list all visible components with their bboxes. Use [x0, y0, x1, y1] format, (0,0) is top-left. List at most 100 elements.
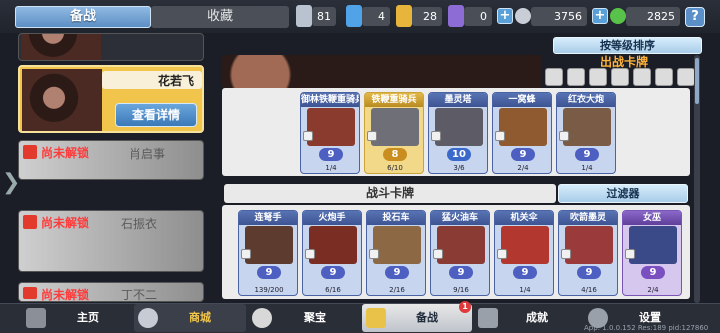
deck-card[interactable]: 铁鞭重骑兵 8 6/10: [364, 92, 424, 174]
view-details-button[interactable]: 查看详情: [115, 103, 197, 127]
home-icon: [26, 308, 46, 328]
purple-chest-count: 0: [464, 7, 492, 26]
card-progress: 139/200: [254, 286, 284, 294]
filter-cannon-icon[interactable]: [633, 68, 651, 86]
help-button[interactable]: ?: [685, 7, 705, 27]
card-name: 连弩手: [239, 211, 297, 225]
nav-achievement[interactable]: 成就: [500, 304, 574, 332]
gold-chest-count: 28: [412, 7, 442, 26]
card-stat-icon: [497, 249, 507, 259]
card-pool-panel: 连弩手 9 139/200 火炮手 9 6/16 投石车 9 2/16 猛火油车…: [222, 205, 690, 299]
sort-by-level-button[interactable]: 按等级排序: [553, 37, 702, 54]
lock-icon: [23, 287, 37, 299]
card-stat-icon: [625, 249, 635, 259]
locked-hero-card[interactable]: 尚未解锁 丁不二: [18, 282, 204, 302]
filter-building-icon[interactable]: [611, 68, 629, 86]
silver-chest-icon: [296, 5, 312, 27]
card-stat-icon: [559, 131, 569, 141]
deck-card[interactable]: 红衣大炮 9 1/4: [556, 92, 616, 174]
card-name: 机关伞: [495, 211, 553, 225]
card-level: 9: [577, 266, 601, 279]
filter-wall-icon[interactable]: [589, 68, 607, 86]
filter-artillery-icon[interactable]: [655, 68, 673, 86]
deck-card[interactable]: 墨灵塔 10 3/6: [428, 92, 488, 174]
deck-card[interactable]: 一窝蜂 9 2/4: [492, 92, 552, 174]
pool-card[interactable]: 投石车 9 2/16: [366, 210, 426, 296]
card-progress: 2/4: [517, 164, 529, 172]
card-progress: 6/16: [325, 286, 341, 294]
filter-cavalry-icon[interactable]: [545, 68, 563, 86]
card-art: [435, 108, 483, 146]
gem-count: 2825: [626, 7, 680, 26]
card-art: [371, 108, 419, 146]
card-level: 9: [449, 266, 473, 279]
card-level: 9: [513, 266, 537, 279]
card-level: 9: [511, 148, 535, 161]
card-progress: 9/16: [453, 286, 469, 294]
scrollbar-thumb[interactable]: [695, 58, 699, 104]
pool-card[interactable]: 火炮手 9 6/16: [302, 210, 362, 296]
pool-card[interactable]: 连弩手 9 139/200: [238, 210, 298, 296]
locked-hero-card[interactable]: 尚未解锁 石振衣: [18, 210, 204, 272]
card-art: [629, 226, 677, 264]
tab-prepare[interactable]: 备战: [15, 6, 151, 28]
treasure-icon: [252, 308, 272, 328]
card-progress: 1/4: [325, 164, 337, 172]
card-name: 御林铁鞭重骑兵: [301, 93, 359, 107]
nav-treasure[interactable]: 聚宝: [275, 304, 355, 332]
locked-hero-name: 肖启事: [129, 147, 166, 161]
filter-button[interactable]: 过滤器: [558, 184, 688, 203]
silver-chest-count: 81: [312, 7, 336, 26]
lock-icon: [23, 145, 37, 159]
locked-hero-name: 丁不二: [121, 288, 158, 302]
card-art: [501, 226, 549, 264]
nav-prepare[interactable]: 备战: [390, 304, 464, 332]
card-progress: 1/4: [581, 164, 593, 172]
hero-portrait: [21, 34, 101, 60]
card-stat-icon: [367, 131, 377, 141]
card-stat-icon: [495, 131, 505, 141]
coin-icon: [515, 8, 531, 24]
pool-card[interactable]: 猛火油车 9 9/16: [430, 210, 490, 296]
locked-label: 尚未解锁: [41, 216, 90, 230]
hero-banner-art: [222, 55, 542, 88]
version-text: App: 1.0.0.152 Res:189 pid:127860: [584, 324, 709, 332]
card-progress: 6/10: [387, 164, 403, 172]
filter-shield-icon[interactable]: [567, 68, 585, 86]
deck-card[interactable]: 御林铁鞭重骑兵 9 1/4: [300, 92, 360, 174]
pool-card[interactable]: 吹箭墨灵 9 4/16: [558, 210, 618, 296]
card-name: 女巫: [623, 211, 681, 225]
card-level: 8: [383, 148, 407, 161]
purple-chest-icon: [448, 5, 464, 27]
nav-shop[interactable]: 商城: [160, 304, 240, 332]
add-gem-button[interactable]: +: [592, 8, 608, 24]
card-art: [499, 108, 547, 146]
selected-hero-card[interactable]: 花若飞 查看详情: [18, 65, 204, 133]
card-stat-icon: [433, 249, 443, 259]
tab-collection[interactable]: 收藏: [151, 6, 289, 28]
card-stat-icon: [303, 131, 313, 141]
add-coin-button[interactable]: +: [497, 8, 513, 24]
card-level: 9: [321, 266, 345, 279]
achievement-icon: [478, 308, 498, 328]
locked-hero-card[interactable]: 尚未解锁 肖启事: [18, 140, 204, 180]
card-art: [563, 108, 611, 146]
card-level: 10: [447, 148, 471, 161]
blue-chest-icon: [346, 5, 362, 27]
nav-home[interactable]: 主页: [50, 304, 126, 332]
card-name: 投石车: [367, 211, 425, 225]
hero-card-above[interactable]: [18, 33, 204, 61]
card-level: 9: [575, 148, 599, 161]
pool-card[interactable]: 女巫 9 2/4: [622, 210, 682, 296]
card-art: [565, 226, 613, 264]
card-art: [437, 226, 485, 264]
card-progress: 1/4: [519, 286, 531, 294]
card-stat-icon: [241, 249, 251, 259]
card-progress: 3/6: [453, 164, 465, 172]
coins-icon: [138, 308, 158, 328]
filter-tower-icon[interactable]: [677, 68, 695, 86]
locked-label: 尚未解锁: [41, 288, 90, 302]
card-progress: 4/16: [581, 286, 597, 294]
hero-name: 花若飞: [158, 74, 195, 88]
pool-card[interactable]: 机关伞 9 1/4: [494, 210, 554, 296]
